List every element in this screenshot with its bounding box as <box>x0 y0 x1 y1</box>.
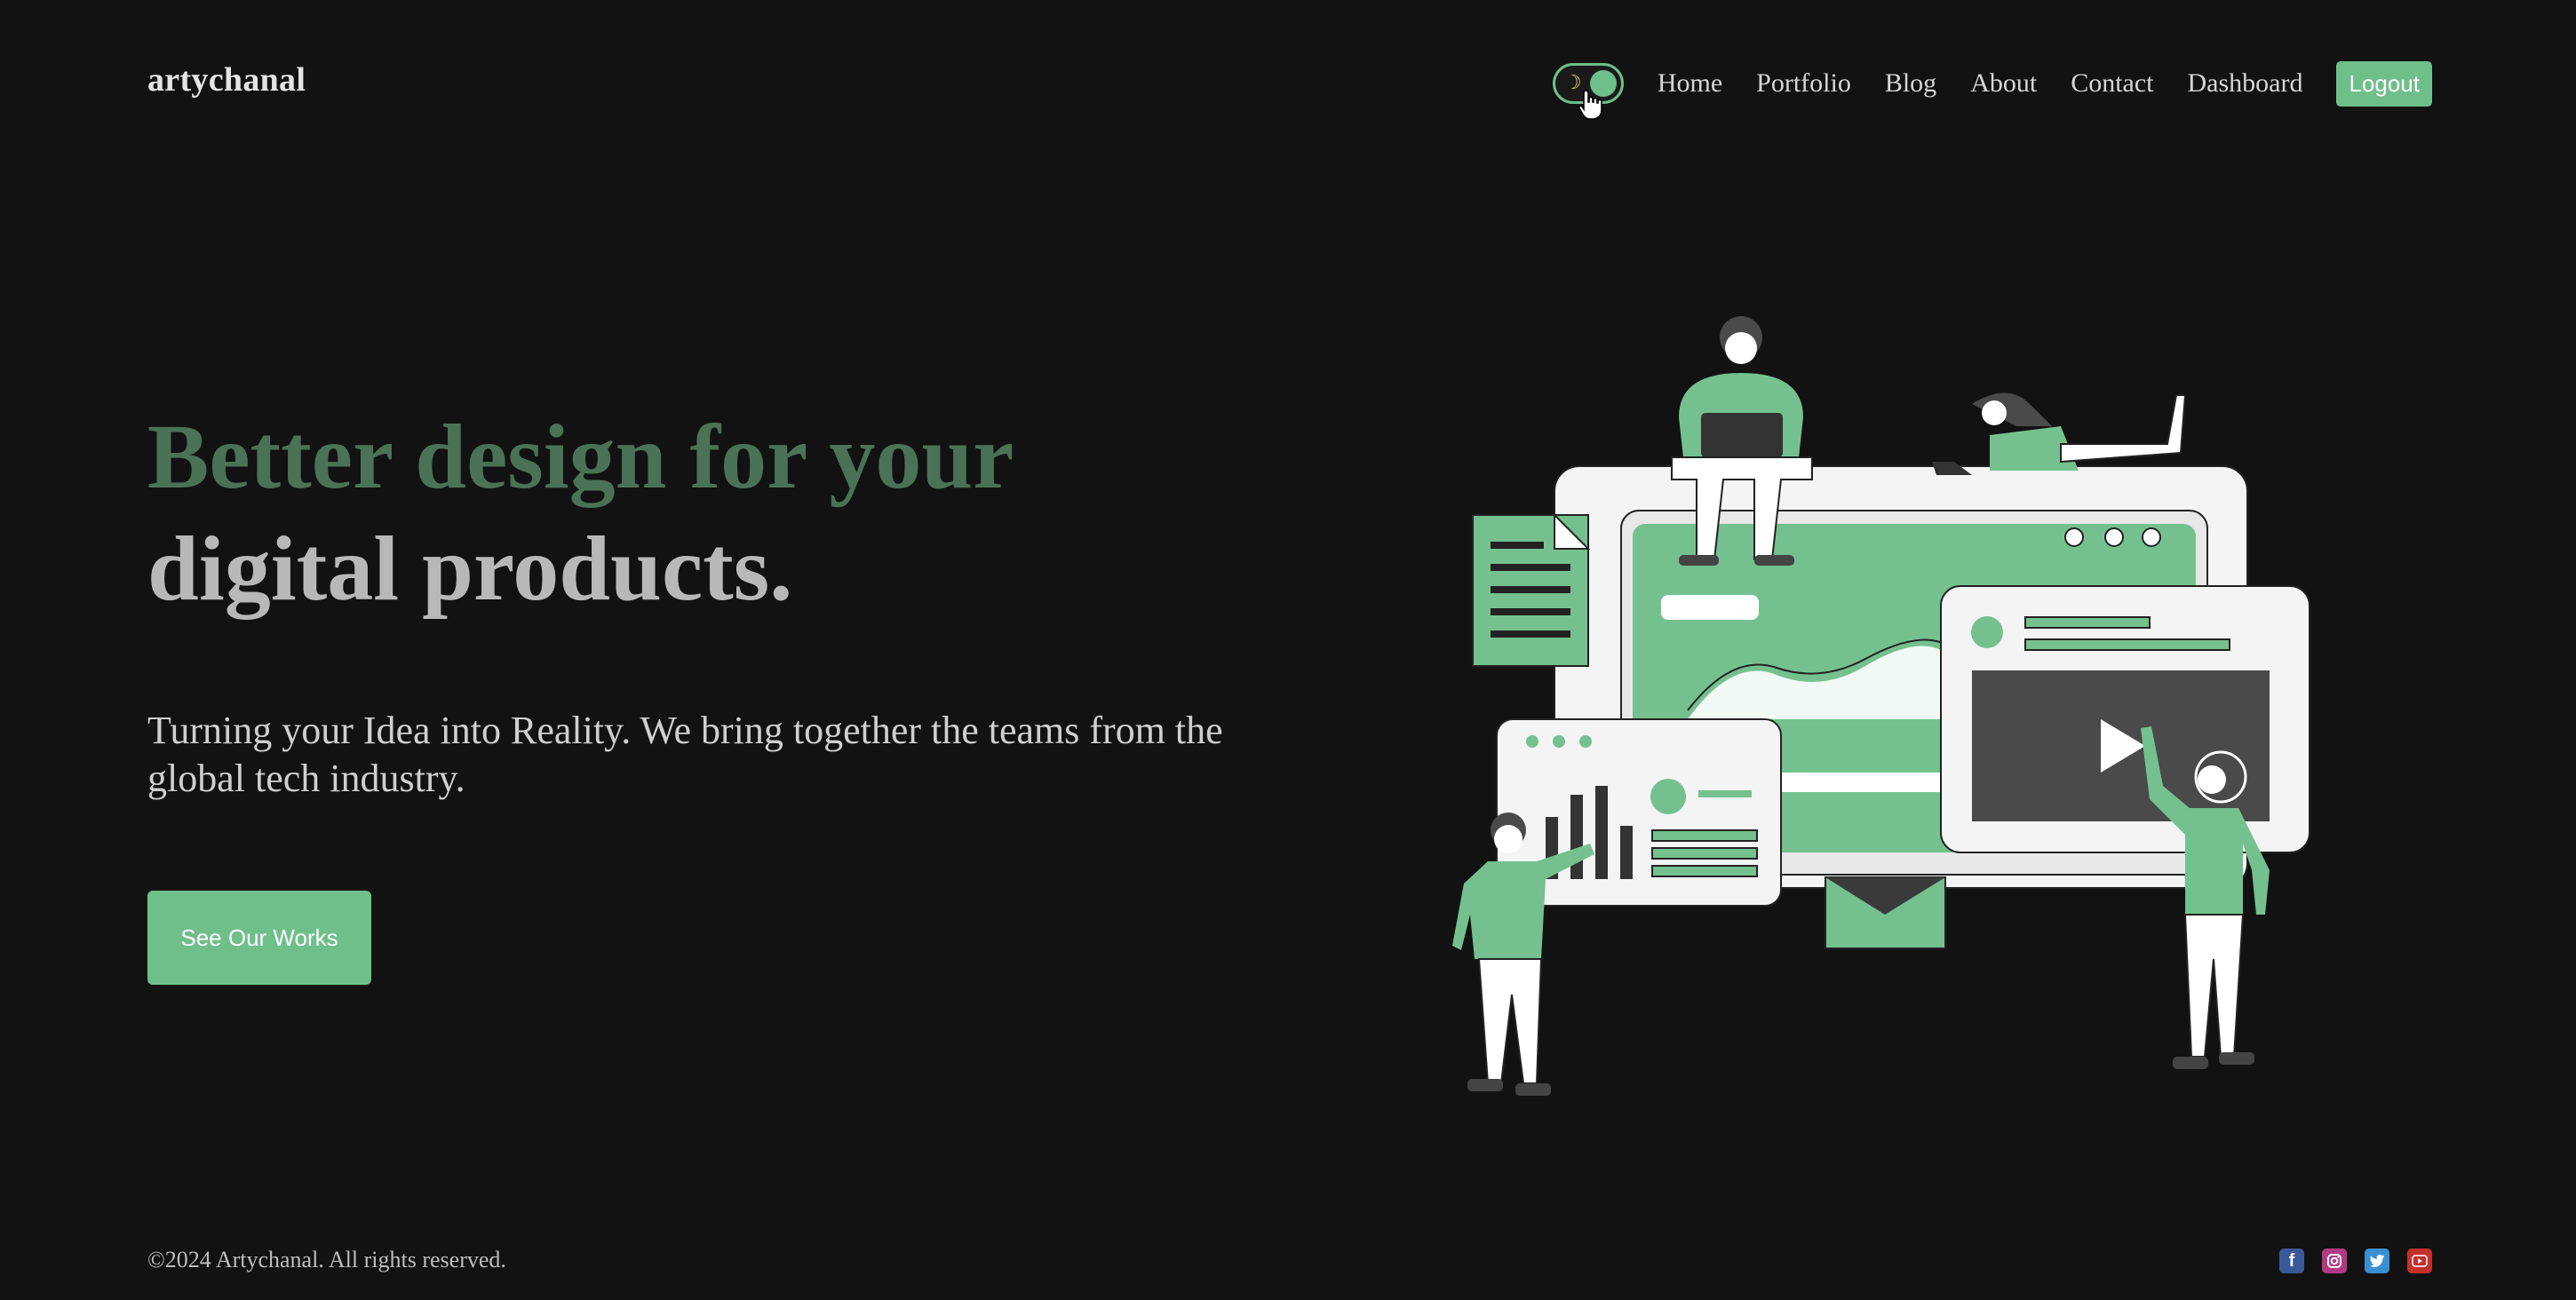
main-nav: ☽ Home Portfolio Blog About Contact Dash… <box>1552 60 2432 107</box>
instagram-glyph <box>2327 1254 2341 1268</box>
twitter-glyph <box>2369 1254 2384 1267</box>
social-links: f <box>2279 1248 2432 1273</box>
page: artychanal ☽ Home Portfolio Blog About C… <box>0 0 2576 1300</box>
copyright-text: ©2024 Artychanal. All rights reserved. <box>147 1247 506 1272</box>
nav-link-about[interactable]: About <box>1970 68 2037 99</box>
video-panel-illustration <box>1940 585 2310 853</box>
youtube-glyph <box>2412 1255 2428 1267</box>
hero-title-line1: Better design for your <box>147 406 1014 508</box>
brand-logo[interactable]: artychanal <box>147 60 306 99</box>
nav-link-portfolio[interactable]: Portfolio <box>1756 68 1851 99</box>
logout-button[interactable]: Logout <box>2336 60 2432 107</box>
hero-subtitle: Turning your Idea into Reality. We bring… <box>147 709 1223 800</box>
see-our-works-button[interactable]: See Our Works <box>147 891 371 985</box>
person-lying-illustration <box>1932 392 2187 475</box>
envelope-illustration <box>1825 876 1946 949</box>
youtube-icon[interactable] <box>2407 1248 2432 1273</box>
twitter-icon[interactable] <box>2365 1248 2389 1273</box>
hero-illustration <box>1452 316 2310 1096</box>
nav-link-blog[interactable]: Blog <box>1885 68 1936 99</box>
nav-link-home[interactable]: Home <box>1658 68 1722 99</box>
document-illustration <box>1472 512 1591 667</box>
nav-link-dashboard[interactable]: Dashboard <box>2188 68 2303 99</box>
hero-title-line2: digital products. <box>147 518 793 620</box>
nav-link-contact[interactable]: Contact <box>2071 68 2153 99</box>
hero-title: Better design for your digital products. <box>147 401 1014 625</box>
instagram-icon[interactable] <box>2322 1248 2347 1273</box>
facebook-icon[interactable]: f <box>2279 1248 2304 1273</box>
hand-cursor-icon <box>1578 90 1602 120</box>
